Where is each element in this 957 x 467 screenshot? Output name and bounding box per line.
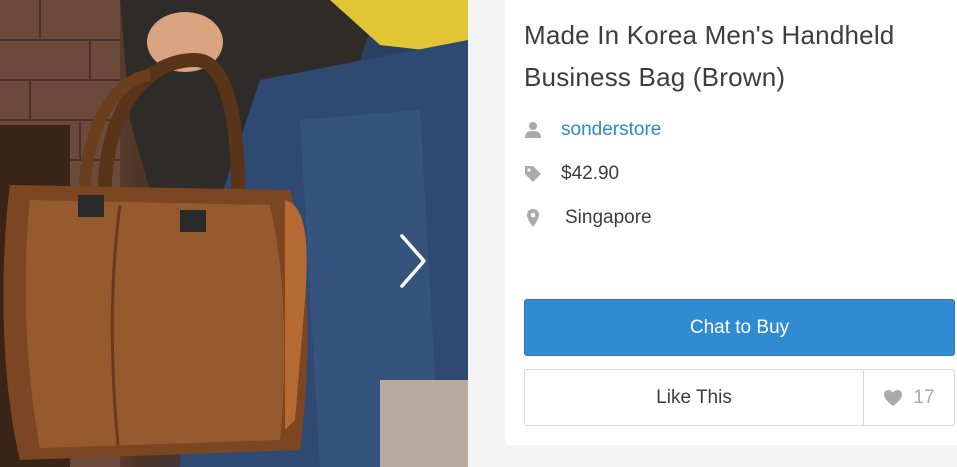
- location-value: Singapore: [565, 207, 652, 228]
- map-pin-icon: [523, 208, 543, 228]
- tag-icon: [523, 164, 543, 184]
- price-value: $42.90: [561, 163, 620, 184]
- chat-to-buy-button[interactable]: Chat to Buy: [524, 299, 955, 356]
- price-row: $42.90: [523, 162, 619, 186]
- listing-details-panel: Made In Korea Men's Handheld Business Ba…: [505, 0, 957, 445]
- chevron-right-icon: [400, 234, 426, 288]
- product-photo[interactable]: [0, 0, 468, 467]
- heart-icon: [883, 389, 903, 407]
- user-icon: [523, 120, 543, 140]
- seller-row: sonderstore: [523, 118, 661, 142]
- listing-title: Made In Korea Men's Handheld Business Ba…: [524, 20, 895, 92]
- like-this-button[interactable]: Like This: [525, 370, 863, 425]
- seller-link[interactable]: sonderstore: [561, 119, 661, 141]
- like-button-group: Like This 17: [524, 369, 955, 426]
- like-count-button[interactable]: 17: [863, 370, 954, 425]
- location-row: Singapore: [523, 206, 652, 230]
- like-count-value: 17: [913, 386, 935, 408]
- next-photo-button[interactable]: [396, 232, 440, 302]
